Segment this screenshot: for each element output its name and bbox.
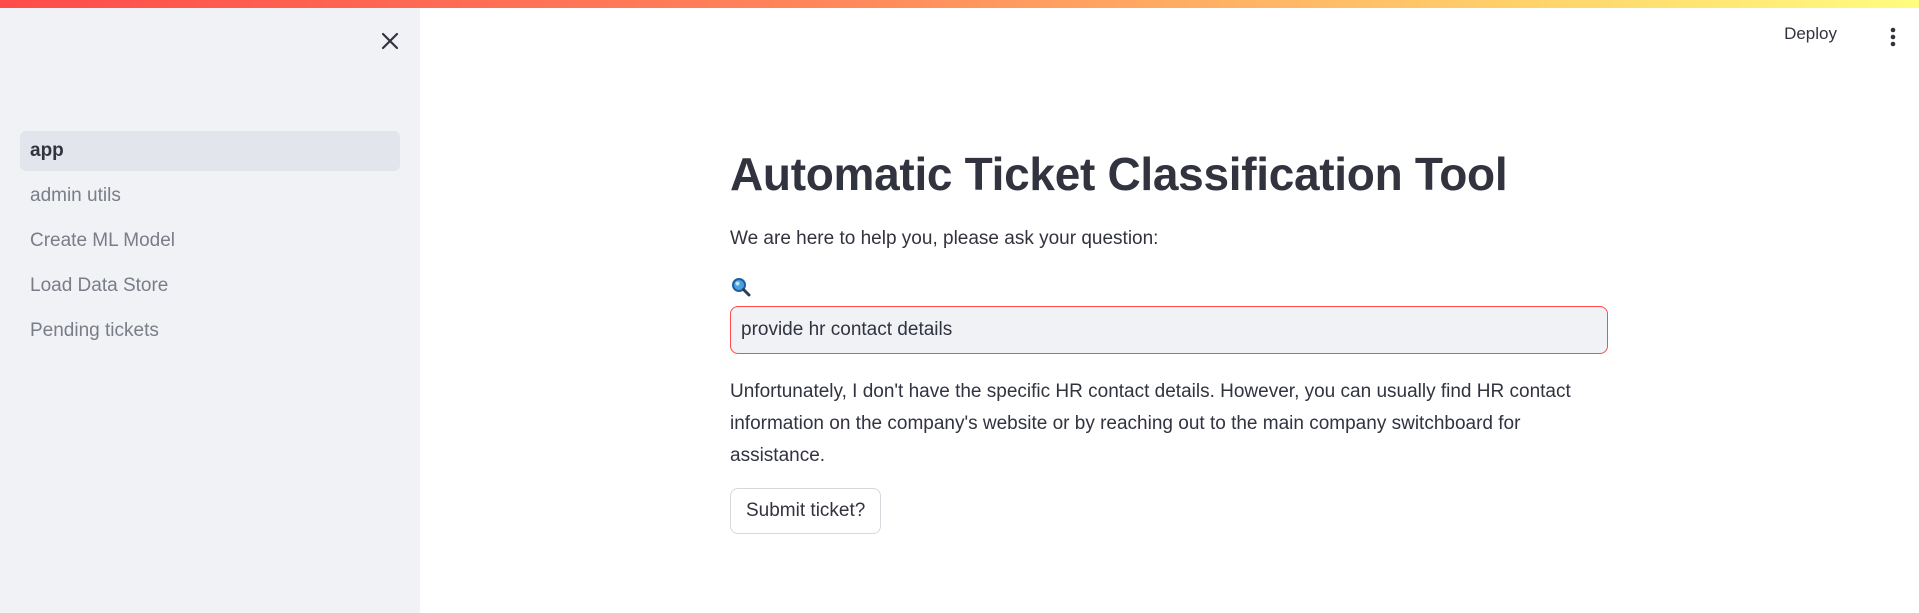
sidebar-close-button[interactable] [375, 26, 405, 56]
answer-text: Unfortunately, I don't have the specific… [730, 381, 1571, 466]
sidebar-item-pending-tickets[interactable]: Pending tickets [20, 311, 400, 351]
question-input[interactable] [731, 319, 1607, 341]
close-icon [381, 32, 399, 50]
question-input-box[interactable] [730, 306, 1608, 354]
kebab-menu-icon [1890, 27, 1896, 47]
sidebar-item-label: Pending tickets [30, 320, 159, 341]
sidebar-item-label: admin utils [30, 185, 121, 206]
sidebar-nav: app admin utils Create ML Model Load Dat… [20, 131, 400, 356]
sidebar-item-create-ml-model[interactable]: Create ML Model [20, 221, 400, 261]
main-area: Deploy Automatic Ticket Classification T… [420, 0, 1919, 613]
sidebar-item-load-data-store[interactable]: Load Data Store [20, 266, 400, 306]
sidebar-item-app[interactable]: app [20, 131, 400, 171]
page-subtitle: We are here to help you, please ask your… [730, 228, 1159, 249]
sidebar: app admin utils Create ML Model Load Dat… [0, 0, 420, 613]
top-decoration-bar [0, 0, 1919, 8]
sidebar-item-label: Create ML Model [30, 230, 176, 251]
submit-ticket-button[interactable]: Submit ticket? [730, 488, 882, 534]
main-menu-button[interactable] [1883, 22, 1903, 52]
page-title: Automatic Ticket Classification Tool [730, 148, 1508, 200]
sidebar-item-label: app [30, 140, 64, 161]
sidebar-item-label: Load Data Store [30, 275, 169, 296]
sidebar-item-admin-utils[interactable]: admin utils [20, 176, 400, 216]
main-content: Automatic Ticket Classification Tool We … [730, 140, 1610, 534]
deploy-button[interactable]: Deploy [1784, 24, 1837, 44]
magnifier-icon [730, 276, 752, 298]
